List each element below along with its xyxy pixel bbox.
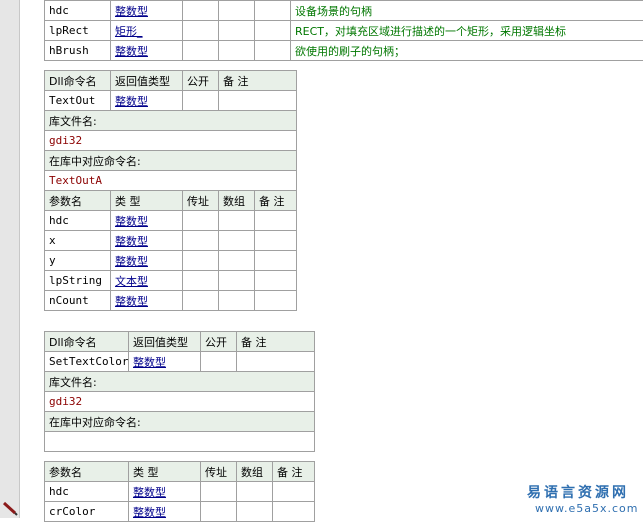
param-name: nCount	[45, 291, 111, 311]
param-note: 欲使用的刷子的句柄；	[291, 41, 643, 61]
table-row: hdc 整数型	[45, 482, 315, 502]
param-name: lpString	[45, 271, 111, 291]
param-name: hdc	[45, 211, 111, 231]
col-param-note: 备 注	[273, 462, 315, 482]
param-note: RECT，对填充区域进行描述的一个矩形，采用逻辑坐标	[291, 21, 643, 41]
param-type[interactable]: 整数型	[111, 41, 183, 61]
dll-table-textout: Dll命令名 返回值类型 公开 备 注 TextOut 整数型 库文件名: gd…	[44, 70, 297, 311]
param-type[interactable]: 文本型	[111, 271, 183, 291]
return-type[interactable]: 整数型	[129, 352, 201, 372]
col-note: 备 注	[219, 71, 297, 91]
param-table-top: hdc 整数型 设备场景的句柄 lpRect 矩形_ RECT，对填充区域进行描…	[44, 0, 643, 61]
param-name: hdc	[45, 1, 111, 21]
lib-label: 库文件名:	[45, 111, 297, 131]
left-gutter	[0, 0, 20, 518]
table-row: lpRect 矩形_ RECT，对填充区域进行描述的一个矩形，采用逻辑坐标	[45, 21, 643, 41]
param-type[interactable]: 整数型	[129, 482, 201, 502]
col-param-note: 备 注	[255, 191, 297, 211]
param-name: lpRect	[45, 21, 111, 41]
lib-value: gdi32	[45, 392, 315, 412]
table-row: hBrush 整数型 欲使用的刷子的句柄；	[45, 41, 643, 61]
param-header-row: 参数名 类 型 传址 数组 备 注	[45, 462, 315, 482]
alias-value	[45, 432, 315, 452]
col-array: 数组	[219, 191, 255, 211]
param-header-row: 参数名 类 型 传址 数组 备 注	[45, 191, 297, 211]
table-row: hdc 整数型 设备场景的句柄	[45, 1, 643, 21]
lib-label: 库文件名:	[45, 372, 315, 392]
dll-table-settextcolor: Dll命令名 返回值类型 公开 备 注 SetTextColor 整数型 库文件…	[44, 331, 315, 522]
col-return-type: 返回值类型	[111, 71, 183, 91]
param-type[interactable]: 整数型	[111, 231, 183, 251]
alias-label: 在库中对应命令名:	[45, 412, 315, 432]
table-row: x 整数型	[45, 231, 297, 251]
param-name: crColor	[45, 502, 129, 522]
table-row: hdc 整数型	[45, 211, 297, 231]
table-row: y 整数型	[45, 251, 297, 271]
param-name: hdc	[45, 482, 129, 502]
param-type[interactable]: 矩形_	[111, 21, 183, 41]
watermark-title: 易语言资源网	[527, 482, 638, 502]
col-by-ref: 传址	[201, 462, 237, 482]
param-note: 设备场景的句柄	[291, 1, 643, 21]
col-param-type: 类 型	[129, 462, 201, 482]
param-name: y	[45, 251, 111, 271]
lib-value: gdi32	[45, 131, 297, 151]
col-dll-name: Dll命令名	[45, 332, 129, 352]
alias-label: 在库中对应命令名:	[45, 151, 297, 171]
param-type[interactable]: 整数型	[111, 251, 183, 271]
col-return-type: 返回值类型	[129, 332, 201, 352]
col-note: 备 注	[237, 332, 315, 352]
col-param-type: 类 型	[111, 191, 183, 211]
col-public: 公开	[183, 71, 219, 91]
site-watermark: 易语言资源网 www.e5a5x.com	[527, 482, 638, 515]
param-name: x	[45, 231, 111, 251]
table-row: lpString 文本型	[45, 271, 297, 291]
table-header-row: Dll命令名 返回值类型 公开 备 注	[45, 71, 297, 91]
dll-command-name: SetTextColor	[45, 352, 129, 372]
param-type[interactable]: 整数型	[111, 1, 183, 21]
table-row: SetTextColor 整数型	[45, 352, 315, 372]
param-type[interactable]: 整数型	[111, 211, 183, 231]
col-dll-name: Dll命令名	[45, 71, 111, 91]
dll-command-name: TextOut	[45, 91, 111, 111]
param-type[interactable]: 整数型	[111, 291, 183, 311]
return-type[interactable]: 整数型	[111, 91, 183, 111]
col-array: 数组	[237, 462, 273, 482]
param-type[interactable]: 整数型	[129, 502, 201, 522]
col-param-name: 参数名	[45, 191, 111, 211]
col-by-ref: 传址	[183, 191, 219, 211]
watermark-url: www.e5a5x.com	[535, 502, 638, 515]
table-row: TextOut 整数型	[45, 91, 297, 111]
param-name: hBrush	[45, 41, 111, 61]
table-header-row: Dll命令名 返回值类型 公开 备 注	[45, 332, 315, 352]
col-public: 公开	[201, 332, 237, 352]
col-param-name: 参数名	[45, 462, 129, 482]
table-row: crColor 整数型	[45, 502, 315, 522]
pencil-icon	[2, 500, 18, 516]
alias-value: TextOutA	[45, 171, 297, 191]
table-row: nCount 整数型	[45, 291, 297, 311]
